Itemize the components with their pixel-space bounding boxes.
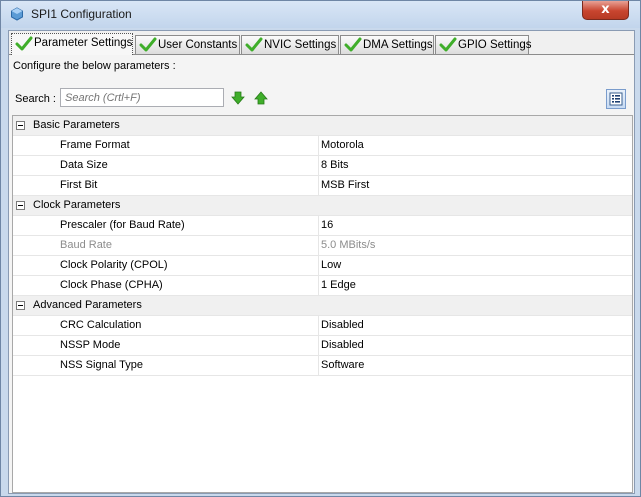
- check-icon: [15, 36, 33, 51]
- tab-gpio-settings[interactable]: GPIO Settings: [435, 35, 532, 54]
- group-row-basic-parameters[interactable]: Basic Parameters: [13, 116, 632, 136]
- param-name: Clock Polarity (CPOL): [60, 259, 168, 271]
- window-title: SPI1 Configuration: [31, 7, 132, 21]
- param-name: NSS Signal Type: [60, 359, 143, 371]
- param-value[interactable]: 8 Bits: [321, 156, 349, 175]
- param-name: Prescaler (for Baud Rate): [60, 219, 185, 231]
- param-row-baud-rate: Baud Rate 5.0 MBits/s: [13, 236, 632, 256]
- close-button[interactable]: x: [582, 1, 629, 20]
- tab-label: User Constants: [158, 39, 238, 51]
- param-value[interactable]: Low: [321, 256, 341, 275]
- tab-nvic-settings[interactable]: NVIC Settings: [241, 35, 339, 54]
- param-value[interactable]: 1 Edge: [321, 276, 356, 295]
- param-row-frame-format[interactable]: Frame Format Motorola: [13, 136, 632, 156]
- tab-parameter-settings[interactable]: Parameter Settings: [11, 33, 133, 55]
- search-previous-arrow-up-icon[interactable]: [254, 91, 268, 105]
- param-name: Data Size: [60, 159, 108, 171]
- group-row-advanced-parameters[interactable]: Advanced Parameters: [13, 296, 632, 316]
- column-separator: [318, 316, 319, 336]
- param-row-nssp-mode[interactable]: NSSP Mode Disabled: [13, 336, 632, 356]
- param-row-crc-calculation[interactable]: CRC Calculation Disabled: [13, 316, 632, 336]
- param-name: Frame Format: [60, 139, 130, 151]
- column-separator: [318, 236, 319, 256]
- param-name: Clock Phase (CPHA): [60, 279, 163, 291]
- param-row-first-bit[interactable]: First Bit MSB First: [13, 176, 632, 196]
- column-separator: [318, 356, 319, 376]
- param-row-prescaler[interactable]: Prescaler (for Baud Rate) 16: [13, 216, 632, 236]
- tab-label: DMA Settings: [363, 39, 433, 51]
- list-view-button[interactable]: [606, 89, 626, 109]
- check-icon: [139, 37, 157, 52]
- column-separator: [318, 216, 319, 236]
- param-name: CRC Calculation: [60, 319, 142, 331]
- param-value[interactable]: 16: [321, 216, 333, 235]
- param-row-clock-phase[interactable]: Clock Phase (CPHA) 1 Edge: [13, 276, 632, 296]
- param-name: First Bit: [60, 179, 98, 191]
- search-input[interactable]: [60, 88, 224, 107]
- check-icon: [439, 37, 457, 52]
- param-value: 5.0 MBits/s: [321, 239, 376, 251]
- param-value[interactable]: Disabled: [321, 316, 364, 335]
- param-name: Baud Rate: [60, 239, 112, 251]
- param-value[interactable]: MSB First: [321, 176, 369, 195]
- app-icon: [11, 7, 23, 21]
- parameter-settings-pane: Configure the below parameters : Search …: [9, 55, 634, 493]
- group-label: Advanced Parameters: [33, 299, 142, 311]
- column-separator: [318, 176, 319, 196]
- search-next-arrow-down-icon[interactable]: [231, 91, 245, 105]
- group-row-clock-parameters[interactable]: Clock Parameters: [13, 196, 632, 216]
- instruction-text: Configure the below parameters :: [13, 60, 176, 72]
- close-icon: x: [601, 2, 610, 17]
- list-view-icon: [609, 92, 623, 106]
- param-name: NSSP Mode: [60, 339, 121, 351]
- dialog-client: Parameter Settings User Constants NVIC S…: [8, 30, 635, 494]
- spi1-configuration-window: SPI1 Configuration x Parameter Settings …: [0, 0, 641, 497]
- collapse-toggle-icon[interactable]: [16, 301, 25, 310]
- tab-label: GPIO Settings: [458, 39, 532, 51]
- column-separator: [318, 336, 319, 356]
- search-label: Search :: [15, 93, 56, 105]
- tab-user-constants[interactable]: User Constants: [135, 35, 240, 54]
- param-value[interactable]: Software: [321, 356, 364, 375]
- param-value[interactable]: Disabled: [321, 336, 364, 355]
- check-icon: [344, 37, 362, 52]
- group-label: Clock Parameters: [33, 199, 121, 211]
- param-row-clock-polarity[interactable]: Clock Polarity (CPOL) Low: [13, 256, 632, 276]
- check-icon: [245, 37, 263, 52]
- tab-dma-settings[interactable]: DMA Settings: [340, 35, 434, 54]
- collapse-toggle-icon[interactable]: [16, 201, 25, 210]
- param-value[interactable]: Motorola: [321, 136, 364, 155]
- column-separator: [318, 256, 319, 276]
- column-separator: [318, 136, 319, 156]
- column-separator: [318, 276, 319, 296]
- title-bar[interactable]: SPI1 Configuration x: [1, 1, 640, 28]
- collapse-toggle-icon[interactable]: [16, 121, 25, 130]
- parameter-grid: Basic Parameters Frame Format Motorola D…: [12, 115, 633, 493]
- param-row-data-size[interactable]: Data Size 8 Bits: [13, 156, 632, 176]
- column-separator: [318, 156, 319, 176]
- param-row-nss-signal-type[interactable]: NSS Signal Type Software: [13, 356, 632, 376]
- group-label: Basic Parameters: [33, 119, 120, 131]
- tab-label: Parameter Settings: [34, 37, 133, 49]
- tab-label: NVIC Settings: [264, 39, 337, 51]
